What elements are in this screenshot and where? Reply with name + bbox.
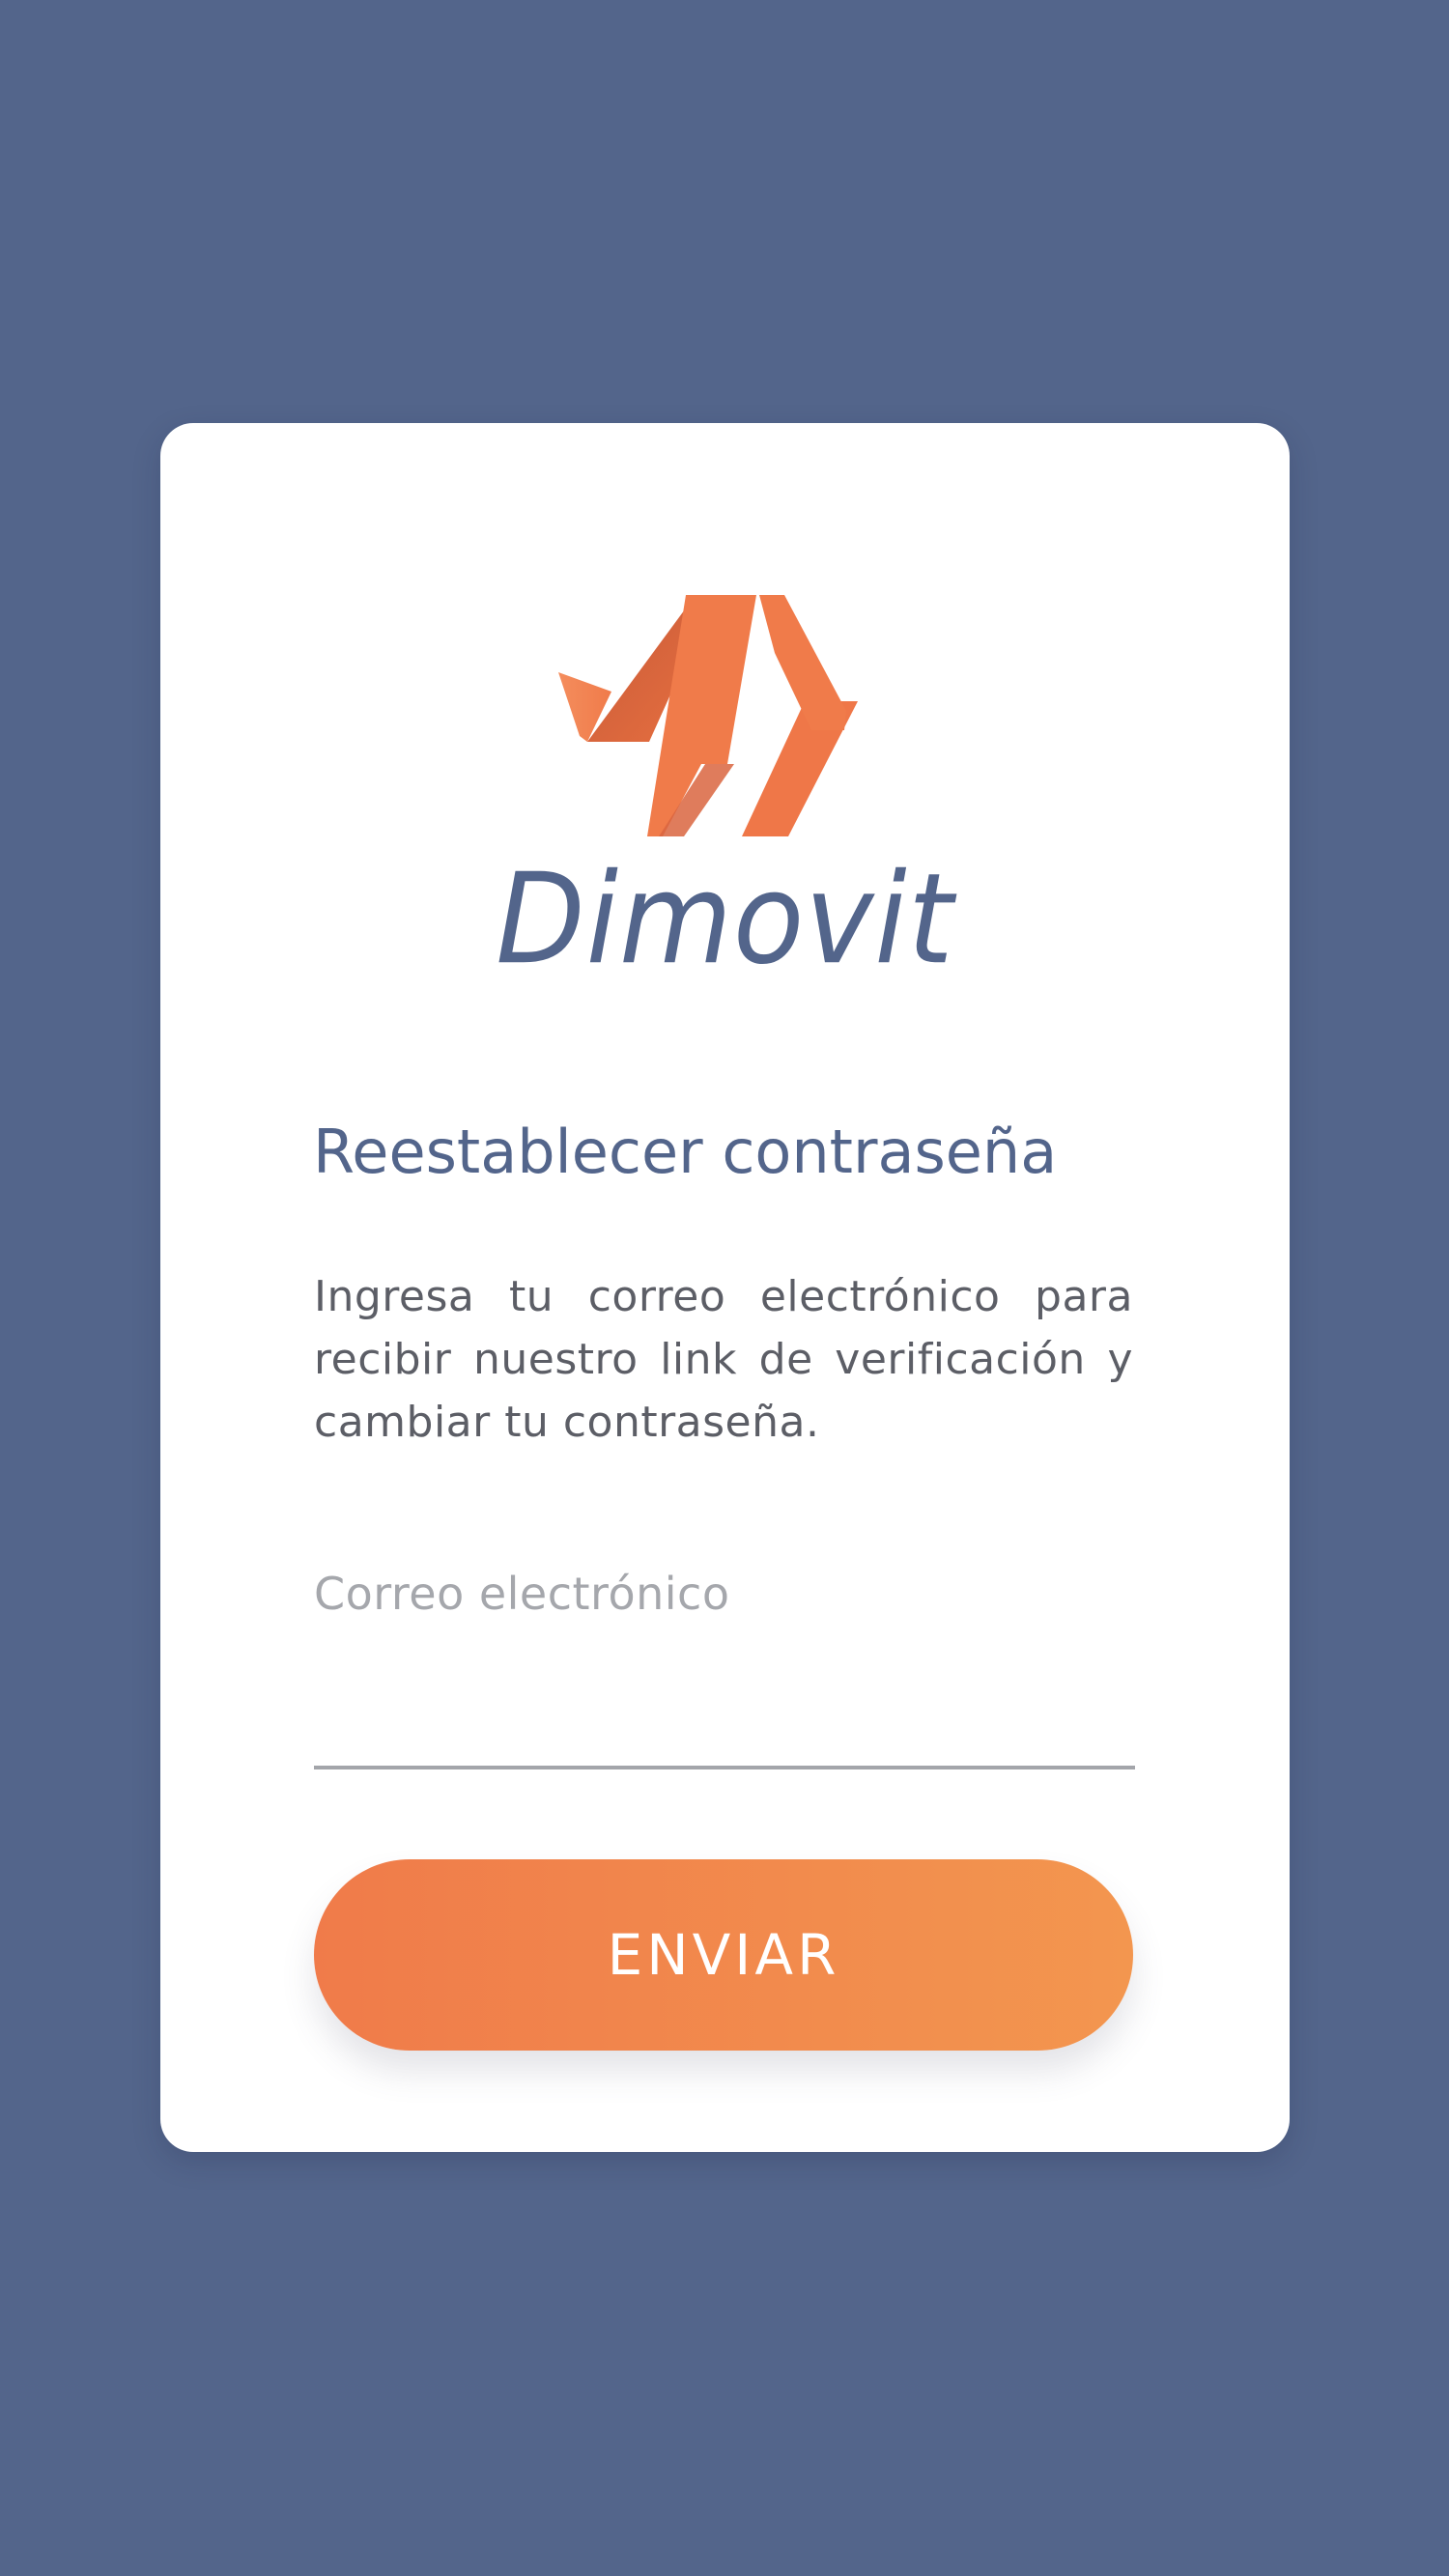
email-field[interactable]: Correo electrónico [314, 1568, 1135, 1769]
email-input[interactable] [314, 1690, 1135, 1758]
send-button[interactable]: ENVIAR [314, 1859, 1133, 2051]
brand-wordmark: Dimovit [496, 847, 954, 993]
dimovit-logo-icon [558, 595, 858, 836]
email-field-label: Correo electrónico [314, 1568, 730, 1620]
instructions-text: Ingresa tu correo electrónico para recib… [314, 1272, 1133, 1447]
reset-password-card: Dimovit Reestablecer contraseña Ingresa … [160, 423, 1290, 2152]
page-title: Reestablecer contraseña [313, 1117, 1058, 1187]
